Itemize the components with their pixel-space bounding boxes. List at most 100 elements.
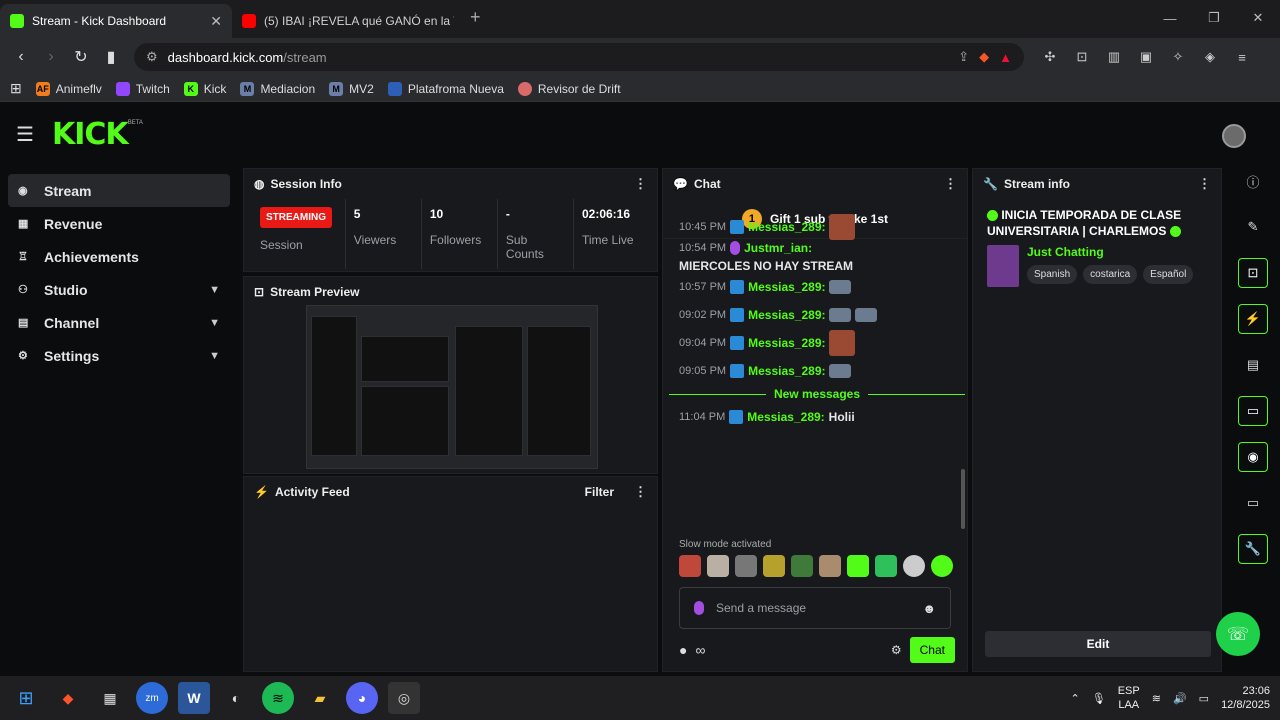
- emote-icon[interactable]: [847, 555, 869, 577]
- edit-button[interactable]: Edit: [985, 631, 1211, 657]
- emoji-icon[interactable]: ☻: [922, 601, 936, 616]
- emote-icon[interactable]: [791, 555, 813, 577]
- leo-ai-icon[interactable]: ✧: [1166, 45, 1190, 69]
- new-tab-button[interactable]: +: [470, 7, 481, 38]
- wrench-toggle-icon[interactable]: 🔧: [1238, 534, 1268, 564]
- word-icon[interactable]: W: [178, 682, 210, 714]
- kebab-menu-icon[interactable]: ⋮: [634, 176, 647, 192]
- emote-icon[interactable]: [763, 555, 785, 577]
- back-icon[interactable]: ‹: [8, 44, 34, 70]
- mic-tray-icon[interactable]: 🎙: [1092, 692, 1106, 705]
- emote-icon[interactable]: [819, 555, 841, 577]
- windows-start-icon[interactable]: ⊞: [10, 682, 42, 714]
- bookmark-mv2[interactable]: M MV2: [329, 81, 374, 96]
- chat-message: 10:54 PM Justmr_ian: MIERCOLES NO HAY STRE…: [679, 241, 854, 273]
- layout-icon[interactable]: ▭: [1238, 488, 1268, 518]
- tray-chevron-icon[interactable]: ⌃: [1071, 692, 1080, 705]
- tab-kick-dashboard[interactable]: Stream - Kick Dashboard ✕: [0, 4, 232, 38]
- steam-icon[interactable]: ◐: [220, 682, 252, 714]
- pencil-icon[interactable]: ✎: [1238, 212, 1268, 242]
- calculator-icon[interactable]: ▦: [94, 682, 126, 714]
- bookmark-kick[interactable]: K Kick: [183, 81, 226, 96]
- battery-icon[interactable]: ▭: [1199, 692, 1209, 705]
- filter-button[interactable]: Filter: [585, 485, 614, 499]
- site-settings-icon[interactable]: ⚙: [146, 49, 158, 65]
- tag: Español: [1143, 265, 1194, 284]
- emote-icon[interactable]: [707, 555, 729, 577]
- maximize-icon[interactable]: ❐: [1192, 0, 1236, 36]
- emote-icon[interactable]: [679, 555, 701, 577]
- notes-icon[interactable]: ▤: [1238, 350, 1268, 380]
- sidebar-item-settings[interactable]: ⚙ Settings ▼: [8, 339, 230, 372]
- support-chat-icon[interactable]: ☏: [1216, 612, 1260, 656]
- tab-search-icon[interactable]: ⊡: [1070, 45, 1094, 69]
- wallet-icon[interactable]: ▣: [1134, 45, 1158, 69]
- minimize-icon[interactable]: —: [1148, 0, 1192, 36]
- kebab-menu-icon[interactable]: ⋮: [634, 484, 647, 500]
- sidebar-toggle-icon[interactable]: ▥: [1102, 45, 1126, 69]
- language-indicator[interactable]: ESP LAA: [1118, 684, 1140, 712]
- spotify-icon[interactable]: ≋: [262, 682, 294, 714]
- sidebar-item-channel[interactable]: ▤ Channel ▼: [8, 306, 230, 339]
- chat-icon: 💬: [673, 177, 688, 191]
- emote-icon[interactable]: [903, 555, 925, 577]
- stream-preview-video[interactable]: [306, 305, 598, 469]
- chat-send-button[interactable]: Chat: [909, 637, 955, 663]
- sidebar-item-achievements[interactable]: ♖ Achievements: [8, 240, 230, 273]
- drift-icon: [517, 81, 532, 96]
- sidebar-item-studio[interactable]: ⚇ Studio ▼: [8, 273, 230, 306]
- bookmark-twitch[interactable]: Twitch: [115, 81, 170, 96]
- chat-scrollbar[interactable]: [961, 469, 965, 529]
- tab-youtube[interactable]: (5) IBAI ¡REVELA qué GANÓ en la VE: [232, 4, 464, 38]
- category-name[interactable]: Just Chatting: [1027, 245, 1193, 259]
- share-icon[interactable]: ⇪: [958, 49, 969, 65]
- menu-icon[interactable]: ≡: [1230, 45, 1254, 69]
- user-avatar[interactable]: [1222, 124, 1246, 148]
- taskbar: ⊞ ◆ ▦ zm W ◐ ≋ ▰ ◕ ◎ ⌃ 🎙 ESP LAA ≋ 🔊 ▭ 23…: [0, 676, 1280, 720]
- volume-icon[interactable]: 🔊: [1173, 692, 1187, 705]
- wifi-icon[interactable]: ≋: [1152, 692, 1161, 705]
- preview-toggle-icon[interactable]: ⊡: [1238, 258, 1268, 288]
- reload-icon[interactable]: ↻: [68, 44, 94, 70]
- hamburger-menu-icon[interactable]: ☰: [16, 122, 44, 147]
- emote-icon[interactable]: [931, 555, 953, 577]
- brave-icon[interactable]: ◆: [52, 682, 84, 714]
- kebab-menu-icon[interactable]: ⋮: [944, 176, 957, 192]
- chat-toggle-icon[interactable]: ▭: [1238, 396, 1268, 426]
- close-window-icon[interactable]: ✕: [1236, 0, 1280, 36]
- extensions-icon[interactable]: ✣: [1038, 45, 1062, 69]
- right-rail: ⓘ ✎ ⊡ ⚡ ▤ ▭ ◉ ▭ 🔧: [1238, 166, 1268, 580]
- clock[interactable]: 23:06 12/8/2025: [1221, 684, 1270, 712]
- broadcast-toggle-icon[interactable]: ◉: [1238, 442, 1268, 472]
- emote-icon[interactable]: [875, 555, 897, 577]
- obs-icon[interactable]: ◎: [388, 682, 420, 714]
- apps-icon[interactable]: ⊞: [10, 80, 22, 97]
- kebab-menu-icon[interactable]: ⋮: [1198, 176, 1211, 192]
- folder-icon[interactable]: ▰: [304, 682, 336, 714]
- points-icon[interactable]: ●: [679, 642, 687, 658]
- vpn-icon[interactable]: ◈: [1198, 45, 1222, 69]
- bookmark-icon[interactable]: ▮: [98, 44, 124, 70]
- brave-shield-icon[interactable]: ◆: [979, 49, 989, 65]
- bookmark-animeflv[interactable]: AF Animeflv: [35, 81, 102, 96]
- activity-toggle-icon[interactable]: ⚡: [1238, 304, 1268, 334]
- kick-logo[interactable]: KICK: [52, 117, 129, 152]
- discord-icon[interactable]: ◕: [346, 682, 378, 714]
- forward-icon[interactable]: ›: [38, 44, 64, 70]
- brave-rewards-icon[interactable]: ▲: [999, 50, 1012, 65]
- close-tab-icon[interactable]: ✕: [210, 13, 222, 30]
- chat-message: 09:04 PM Messias_289:: [679, 329, 955, 357]
- emote-icon[interactable]: [735, 555, 757, 577]
- bookmark-plataforma[interactable]: Platafroma Nueva: [387, 81, 504, 96]
- info-icon[interactable]: ⓘ: [1238, 166, 1268, 196]
- address-bar[interactable]: ⚙ dashboard.kick.com/stream ⇪ ◆ ▲: [134, 43, 1024, 71]
- sidebar-item-revenue[interactable]: ▦ Revenue: [8, 207, 230, 240]
- chat-input[interactable]: Send a message ☻: [679, 587, 951, 629]
- emote-icon: [829, 364, 852, 378]
- bookmark-mediacion[interactable]: M Mediacion: [240, 81, 315, 96]
- bookmark-drift[interactable]: Revisor de Drift: [517, 81, 621, 96]
- badge-icon: [730, 220, 745, 234]
- zoom-icon[interactable]: zm: [136, 682, 168, 714]
- sidebar-item-stream[interactable]: ◉ Stream: [8, 174, 230, 207]
- chat-settings-icon[interactable]: ⚙: [891, 643, 902, 657]
